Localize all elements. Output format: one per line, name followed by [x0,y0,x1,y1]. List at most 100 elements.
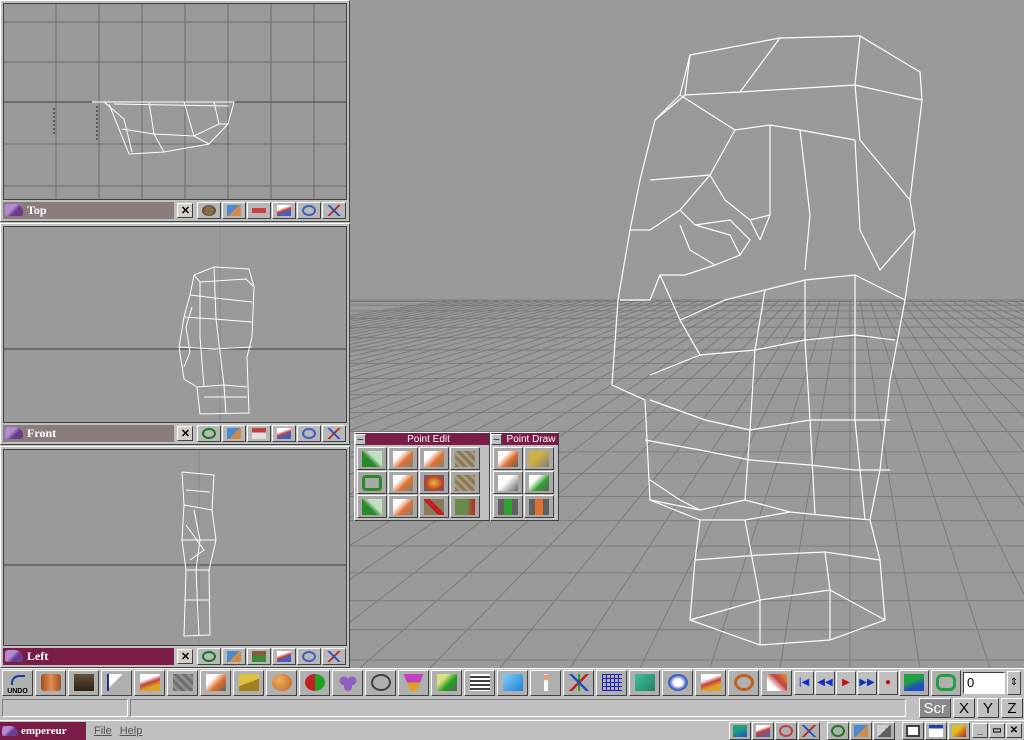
record-button[interactable]: ● [878,670,898,695]
point-draw-palette[interactable]: – Point Draw [490,432,559,521]
rotate-view-icon[interactable] [297,201,322,219]
x-axis-button[interactable]: X [953,698,975,718]
draw-grid-icon[interactable] [524,471,554,494]
draw-plane-icon[interactable] [493,471,523,494]
cube-tray-icon[interactable] [850,721,872,740]
cube-view-icon[interactable] [222,424,247,442]
point-edit-palette[interactable]: – Point Edit [354,432,490,521]
pan-view-icon[interactable] [729,721,751,740]
cube-icon[interactable] [200,669,231,696]
orbit-view-icon[interactable] [775,721,797,740]
box-select-icon[interactable] [431,669,462,696]
sphere-icon[interactable] [266,669,297,696]
rotate-view-icon[interactable] [297,647,322,665]
menu-file[interactable]: File [94,725,112,737]
frame-number-field[interactable] [963,671,1005,694]
axis-tool-icon[interactable] [322,424,347,442]
draw-face-icon[interactable] [493,495,523,518]
point-scale-icon[interactable] [419,447,449,470]
zoom-icon[interactable] [761,669,792,696]
cube-view-icon[interactable] [222,647,247,665]
pan-icon[interactable] [695,669,726,696]
viewport-left-canvas[interactable] [3,449,347,646]
undo-button[interactable]: UNDO [2,669,33,696]
render-sphere-icon[interactable] [197,201,222,219]
flat-view-icon[interactable] [247,201,272,219]
select-arrow-icon[interactable] [101,669,132,696]
figure-icon[interactable] [530,669,561,696]
move-tool-icon[interactable] [134,669,165,696]
minimize-palette-button[interactable]: – [491,433,502,445]
perspective-viewport[interactable] [350,0,1024,668]
axis-view-icon[interactable] [798,721,820,740]
viewport-title[interactable]: Top [3,201,175,219]
point-delete-icon[interactable] [419,495,449,518]
wireframe-sphere-icon[interactable] [197,424,222,442]
y-axis-button[interactable]: Y [977,698,999,718]
point-select-icon[interactable] [357,447,387,470]
play-button[interactable]: ▶ [836,670,856,695]
molecule-icon[interactable] [332,669,363,696]
house-view-icon[interactable] [247,647,272,665]
viewport-top[interactable]: Top ✕ [0,0,350,222]
close-viewport-button[interactable]: ✕ [177,202,194,218]
draw-box-icon[interactable] [493,447,523,470]
restore-window-button[interactable]: ▭ [989,723,1005,738]
globe-icon[interactable] [827,721,849,740]
3d-view-icon[interactable] [662,669,693,696]
monitor-icon[interactable] [902,721,924,740]
palette-title-bar[interactable]: – Point Draw [491,433,558,445]
minimize-palette-button[interactable]: – [355,433,366,445]
checker-icon[interactable] [167,669,198,696]
close-viewport-button[interactable]: ✕ [177,425,194,441]
point-move-icon[interactable] [388,447,418,470]
wireframe-sphere-icon[interactable] [197,647,222,665]
app-title[interactable]: empereur [0,721,86,740]
axes-icon[interactable] [563,669,594,696]
cube-view-icon[interactable] [222,201,247,219]
viewport-title[interactable]: Left [3,647,175,665]
point-smooth-icon[interactable] [450,471,480,494]
screen-coords-button[interactable]: Scr [918,698,951,718]
viewport-left[interactable]: Left ✕ [0,446,350,668]
grid-icon[interactable] [596,669,627,696]
menu-help[interactable]: Help [120,725,143,737]
minimize-window-button[interactable]: _ [972,723,988,738]
point-rotate-icon[interactable] [450,447,480,470]
pan-tool-icon[interactable] [272,201,297,219]
fast-forward-button[interactable]: ▶▶ [857,670,877,695]
keyframe-icon[interactable] [899,669,929,696]
torus-icon[interactable] [365,669,396,696]
house-view-icon[interactable] [247,424,272,442]
snap-icon[interactable] [629,669,660,696]
point-subdivide-icon[interactable] [450,495,480,518]
point-split-icon[interactable] [388,495,418,518]
pan-tool-icon[interactable] [272,647,297,665]
point-connect-icon[interactable] [357,495,387,518]
move-view-icon[interactable] [752,721,774,740]
viewport-front[interactable]: Front ✕ [0,223,350,445]
rotate-view-icon[interactable] [297,424,322,442]
layers-icon[interactable] [464,669,495,696]
cylinder-icon[interactable] [35,669,66,696]
point-extrude-icon[interactable] [388,471,418,494]
window-icon[interactable] [925,721,947,740]
viewport-top-canvas[interactable] [3,3,347,200]
rotate-icon[interactable] [728,669,759,696]
axis-tool-icon[interactable] [322,647,347,665]
camera-icon[interactable] [68,669,99,696]
axis-tool-icon[interactable] [322,201,347,219]
help-icon[interactable] [948,721,970,740]
close-viewport-button[interactable]: ✕ [177,648,194,664]
blue-cube-icon[interactable] [497,669,528,696]
viewport-front-canvas[interactable] [3,226,347,423]
draw-path-icon[interactable] [524,447,554,470]
point-merge-icon[interactable] [419,471,449,494]
frame-spinner-icon[interactable]: ⇕ [1007,670,1021,695]
funnel-icon[interactable] [398,669,429,696]
first-frame-button[interactable]: |◀ [794,670,814,695]
rewind-button[interactable]: ◀◀ [815,670,835,695]
pan-tool-icon[interactable] [272,424,297,442]
loop-icon[interactable] [931,669,961,696]
close-window-button[interactable]: ✕ [1006,723,1022,738]
